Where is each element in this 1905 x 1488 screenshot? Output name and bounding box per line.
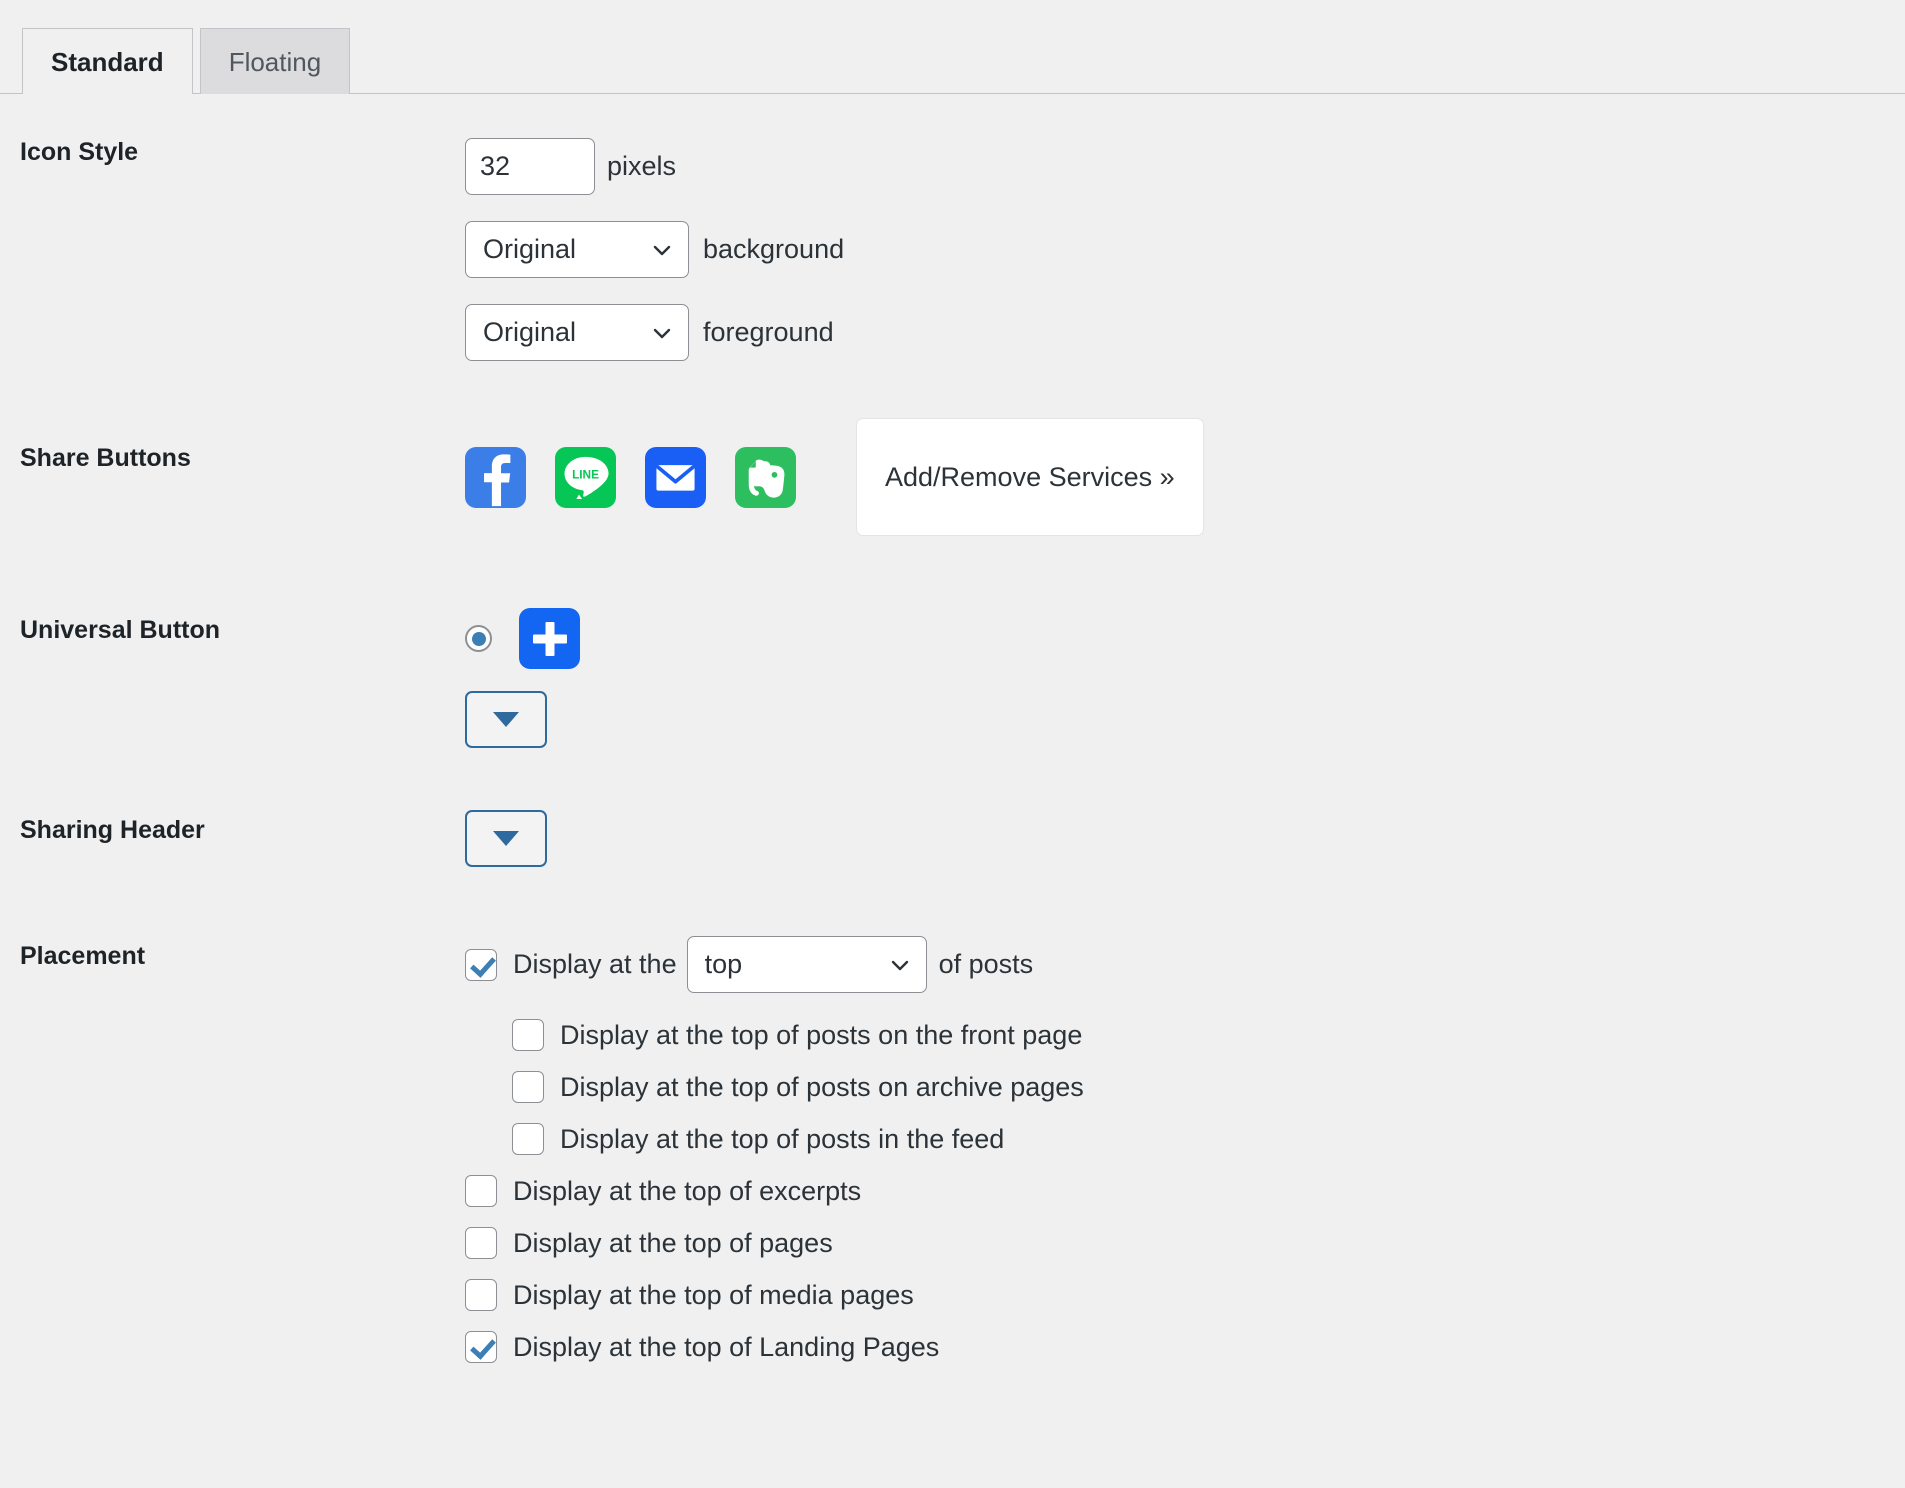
placement-posts-checkbox[interactable] [465, 948, 497, 981]
settings-form: Icon Style pixels Original background [0, 94, 1905, 1383]
placement-landing-pages-checkbox[interactable] [465, 1331, 497, 1363]
row-sharing-header: Sharing Header [0, 810, 1905, 867]
icon-foreground-group: Original foreground [465, 304, 1905, 361]
placement-item-2: Display at the top of media pages [465, 1279, 1905, 1311]
placement-posts-text-after: of posts [938, 949, 1034, 979]
placement-label: Placement [20, 942, 146, 970]
icon-style-fields: pixels Original background Original [465, 138, 1905, 361]
email-icon[interactable] [645, 446, 706, 508]
icon-background-label: background [703, 234, 845, 264]
tab-bar: Standard Floating [0, 0, 1905, 95]
placement-nested-item-1: Display at the top of posts on archive p… [512, 1071, 1905, 1103]
placement-primary-row: Display at the top of posts [465, 936, 1905, 993]
add-remove-services-button[interactable]: Add/Remove Services » [856, 418, 1204, 536]
placement-pages-checkbox[interactable] [465, 1227, 497, 1259]
placement-posts-text-before: Display at the [513, 949, 677, 979]
icon-foreground-select-value: Original [483, 317, 577, 347]
radio-dot-icon [471, 631, 486, 646]
share-buttons-fields: LINE Add/Remove Services » [465, 418, 1905, 536]
universal-button-radio[interactable] [465, 625, 492, 652]
placement-front-page-checkbox[interactable] [512, 1019, 544, 1051]
tab-standard[interactable]: Standard [22, 28, 193, 95]
icon-style-label: Icon Style [20, 138, 139, 166]
triangle-down-icon [493, 831, 519, 846]
icon-foreground-select[interactable]: Original [465, 304, 689, 361]
universal-button-radio-row [465, 608, 1905, 669]
row-placement: Placement Display at the top of posts Di… [0, 936, 1905, 1383]
row-share-buttons: Share Buttons LINE Add/Remove Services » [0, 418, 1905, 536]
share-icons-row: LINE Add/Remove Services » [465, 418, 1905, 536]
placement-excerpts-label: Display at the top of excerpts [513, 1175, 862, 1206]
placement-front-page-label: Display at the top of posts on the front… [560, 1019, 1083, 1050]
triangle-down-icon [493, 712, 519, 727]
placement-feed-checkbox[interactable] [512, 1123, 544, 1155]
icon-background-group: Original background [465, 221, 1905, 278]
placement-nested-item-0: Display at the top of posts on the front… [512, 1019, 1905, 1051]
icon-background-select-value: Original [483, 234, 577, 264]
placement-media-pages-checkbox[interactable] [465, 1279, 497, 1311]
icon-size-unit-label: pixels [607, 151, 677, 181]
universal-button-fields [465, 608, 1905, 748]
tab-floating[interactable]: Floating [199, 28, 351, 94]
placement-item-3: Display at the top of Landing Pages [465, 1331, 1905, 1363]
universal-button-more-row [465, 691, 1905, 748]
sharing-header-label: Sharing Header [20, 816, 205, 844]
placement-item-1: Display at the top of pages [465, 1227, 1905, 1259]
plus-icon-button[interactable] [519, 608, 580, 669]
line-icon[interactable]: LINE [555, 446, 616, 508]
placement-archive-pages-label: Display at the top of posts on archive p… [560, 1071, 1084, 1102]
tab-floating-label: Floating [228, 46, 322, 77]
icon-foreground-label: foreground [703, 317, 834, 347]
placement-position-select-wrap: top [686, 936, 927, 993]
facebook-icon[interactable] [465, 446, 526, 508]
placement-archive-pages-checkbox[interactable] [512, 1071, 544, 1103]
svg-text:LINE: LINE [572, 467, 599, 481]
icon-background-select[interactable]: Original [465, 221, 689, 278]
row-icon-style: Icon Style pixels Original background [0, 138, 1905, 361]
placement-position-select[interactable]: top [686, 936, 927, 993]
placement-feed-label: Display at the top of posts in the feed [560, 1123, 1005, 1154]
sharing-header-fields [465, 810, 1905, 867]
placement-pages-label: Display at the top of pages [513, 1227, 833, 1258]
placement-fields: Display at the top of posts Display at t… [465, 936, 1905, 1383]
sharing-header-expand-button[interactable] [465, 810, 547, 867]
icon-size-input[interactable] [465, 138, 595, 195]
add-remove-services-label: Add/Remove Services » [885, 461, 1175, 492]
placement-item-0: Display at the top of excerpts [465, 1175, 1905, 1207]
placement-landing-pages-label: Display at the top of Landing Pages [513, 1331, 940, 1362]
share-buttons-label: Share Buttons [20, 444, 191, 472]
placement-excerpts-checkbox[interactable] [465, 1175, 497, 1207]
universal-button-label: Universal Button [20, 616, 221, 644]
row-universal-button: Universal Button [0, 608, 1905, 748]
icon-background-select-wrap: Original [465, 221, 689, 278]
placement-position-select-value: top [704, 949, 743, 979]
tab-standard-label: Standard [51, 46, 164, 77]
evernote-icon[interactable] [735, 446, 796, 508]
icon-foreground-select-wrap: Original [465, 304, 689, 361]
universal-button-expand-button[interactable] [465, 691, 547, 748]
icon-size-group: pixels [465, 138, 1905, 195]
placement-media-pages-label: Display at the top of media pages [513, 1279, 914, 1310]
placement-nested-item-2: Display at the top of posts in the feed [512, 1123, 1905, 1155]
tab-list: Standard Floating [22, 0, 1905, 95]
